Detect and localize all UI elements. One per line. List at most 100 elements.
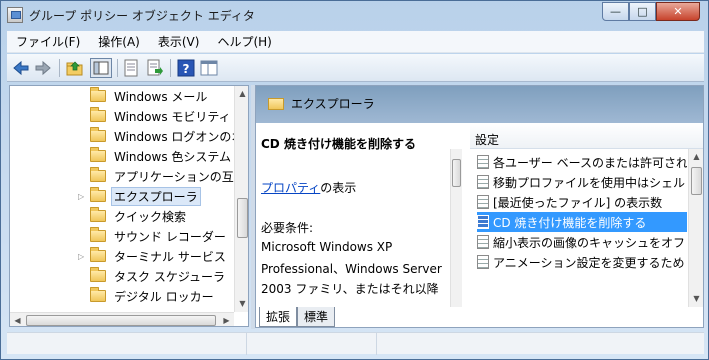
tree-item-task-scheduler[interactable]: タスク スケジューラ	[74, 266, 228, 286]
list-item-label: アニメーション設定を変更するため	[493, 255, 685, 270]
folder-icon	[90, 127, 106, 142]
folder-icon	[90, 87, 106, 102]
list-item[interactable]: 各ユーザー ベースのまたは許可され	[477, 152, 687, 172]
folder-icon	[90, 107, 106, 122]
toolbar: ?	[7, 54, 704, 82]
menu-action[interactable]: 操作(A)	[89, 33, 149, 50]
policy-setting-icon	[477, 215, 489, 229]
tree-item-label: エクスプローラ	[111, 186, 201, 206]
svg-text:?: ?	[183, 62, 190, 76]
tree-item-label: クイック検索	[114, 209, 187, 224]
policy-setting-icon	[477, 175, 489, 189]
tree-item-windows-mail[interactable]: Windows メール	[74, 86, 210, 106]
scroll-up-arrow-icon[interactable]: ▲	[235, 86, 248, 101]
properties-suffix: の表示	[320, 181, 357, 195]
description-scrollbar[interactable]	[450, 149, 462, 307]
show-hide-tree-icon[interactable]	[90, 58, 112, 78]
scroll-right-arrow-icon[interactable]: ▶	[219, 313, 234, 326]
tree-item-label: アプリケーションの互	[114, 169, 234, 184]
policy-title: CD 焼き付け機能を削除する	[261, 137, 416, 151]
tree-item-windows-color[interactable]: Windows 色システム	[74, 146, 234, 166]
extended-view-icon[interactable]	[200, 59, 218, 77]
tree-item-quick-search[interactable]: クイック検索	[74, 206, 189, 226]
toolbar-separator	[170, 59, 171, 77]
requirements-line: Professional、Windows Server	[261, 262, 442, 276]
list-item-label: 移動プロファイルを使用中はシェル	[493, 175, 686, 190]
scroll-up-arrow-icon[interactable]: ▲	[689, 149, 703, 164]
scroll-thumb[interactable]	[237, 198, 248, 238]
menu-help[interactable]: ヘルプ(H)	[208, 33, 280, 50]
list-item-label: 各ユーザー ベースのまたは許可され	[493, 155, 687, 170]
caption-buttons: — □ ✕	[602, 2, 700, 21]
tree-item-label: ターミナル サービス	[114, 249, 226, 264]
forward-icon[interactable]	[34, 59, 52, 77]
tree-item-explorer[interactable]: エクスプローラ	[74, 186, 201, 206]
folder-icon	[90, 167, 106, 182]
column-header-setting[interactable]: 設定	[470, 123, 703, 149]
menu-view[interactable]: 表示(V)	[149, 33, 209, 50]
requirements-line: Microsoft Windows XP	[261, 240, 393, 254]
scroll-down-arrow-icon[interactable]: ▼	[689, 291, 703, 306]
tree-item-terminal-services[interactable]: ターミナル サービス	[74, 246, 229, 266]
description-area: CD 焼き付け機能を削除する プロパティの表示 必要条件: Microsoft …	[256, 123, 462, 327]
menu-bar: ファイル(F) 操作(A) 表示(V) ヘルプ(H)	[7, 31, 704, 53]
list-item[interactable]: アニメーション設定を変更するため	[477, 252, 687, 272]
properties-icon[interactable]	[122, 59, 140, 77]
help-icon[interactable]: ?	[177, 59, 195, 77]
tree-item-label: サウンド レコーダー	[114, 229, 226, 244]
column-header-label: 設定	[475, 133, 500, 147]
tree-item-sound-recorder[interactable]: サウンド レコーダー	[74, 226, 229, 246]
folder-icon	[90, 247, 106, 262]
list-item-selected[interactable]: CD 焼き付け機能を削除する	[477, 212, 687, 232]
properties-line: プロパティの表示	[261, 179, 356, 196]
tab-extended[interactable]: 拡張	[259, 307, 298, 327]
scroll-down-arrow-icon[interactable]: ▼	[235, 296, 248, 311]
maximize-button[interactable]: □	[629, 2, 656, 21]
policy-setting-icon	[477, 155, 489, 169]
policy-setting-icon	[477, 195, 489, 209]
scroll-thumb[interactable]	[26, 315, 216, 326]
scroll-thumb[interactable]	[452, 159, 461, 187]
list-item[interactable]: [最近使ったファイル] の表示数	[477, 192, 687, 212]
up-folder-icon[interactable]	[66, 59, 84, 77]
properties-link[interactable]: プロパティ	[261, 181, 320, 195]
app-window: グループ ポリシー オブジェクト エディタ — □ ✕ ファイル(F) 操作(A…	[0, 0, 709, 360]
tree-item-label: Windows メール	[114, 89, 208, 104]
list-item[interactable]: 移動プロファイルを使用中はシェル	[477, 172, 687, 192]
menu-file[interactable]: ファイル(F)	[7, 33, 89, 50]
requirements-line: 2003 ファミリ、またはそれ以降	[261, 282, 439, 296]
requirements-label: 必要条件:	[261, 221, 314, 235]
tree-vertical-scrollbar[interactable]: ▲ ▼	[234, 86, 248, 312]
back-icon[interactable]	[12, 59, 30, 77]
settings-list: 設定 各ユーザー ベースのまたは許可され 移動プロファイルを使用中はシェル [最…	[462, 123, 703, 327]
status-cell	[7, 333, 247, 355]
tree-item-windows-logon[interactable]: Windows ログオンのオ	[74, 126, 234, 146]
section-header: エクスプローラ	[256, 86, 703, 123]
scroll-left-arrow-icon[interactable]: ◀	[10, 313, 25, 326]
policy-setting-icon	[477, 255, 489, 269]
export-list-icon[interactable]	[146, 59, 164, 77]
tree-item-label: デジタル ロッカー	[114, 289, 214, 304]
tree-item-label: Windows モビリティ セ	[114, 109, 234, 124]
folder-icon	[268, 98, 284, 110]
toolbar-separator	[117, 59, 118, 77]
tab-standard[interactable]: 標準	[297, 307, 336, 327]
tree-horizontal-scrollbar[interactable]: ◀ ▶	[10, 312, 234, 326]
list-item[interactable]: 縮小表示の画像のキャッシュをオフ	[477, 232, 687, 252]
status-cell	[247, 333, 377, 355]
view-tabs: 拡張 標準	[255, 307, 704, 329]
tree-item-label: Windows 色システム	[114, 149, 232, 164]
tree-item-digital-locker[interactable]: デジタル ロッカー	[74, 286, 217, 306]
minimize-button[interactable]: —	[602, 2, 629, 21]
toolbar-separator	[59, 59, 60, 77]
window-title: グループ ポリシー オブジェクト エディタ	[29, 9, 255, 23]
scroll-thumb[interactable]	[691, 167, 702, 195]
tree-item-windows-mobility[interactable]: Windows モビリティ セ	[74, 106, 234, 126]
title-bar[interactable]: グループ ポリシー オブジェクト エディタ — □ ✕	[1, 1, 708, 29]
details-pane: エクスプローラ CD 焼き付け機能を削除する プロパティの表示 必要条件: Mi…	[255, 85, 704, 328]
close-button[interactable]: ✕	[656, 2, 700, 21]
tree-item-app-compat[interactable]: アプリケーションの互	[74, 166, 234, 186]
list-item-label: [最近使ったファイル] の表示数	[493, 195, 663, 210]
folder-icon	[90, 227, 106, 242]
list-vertical-scrollbar[interactable]: ▲ ▼	[688, 149, 703, 307]
